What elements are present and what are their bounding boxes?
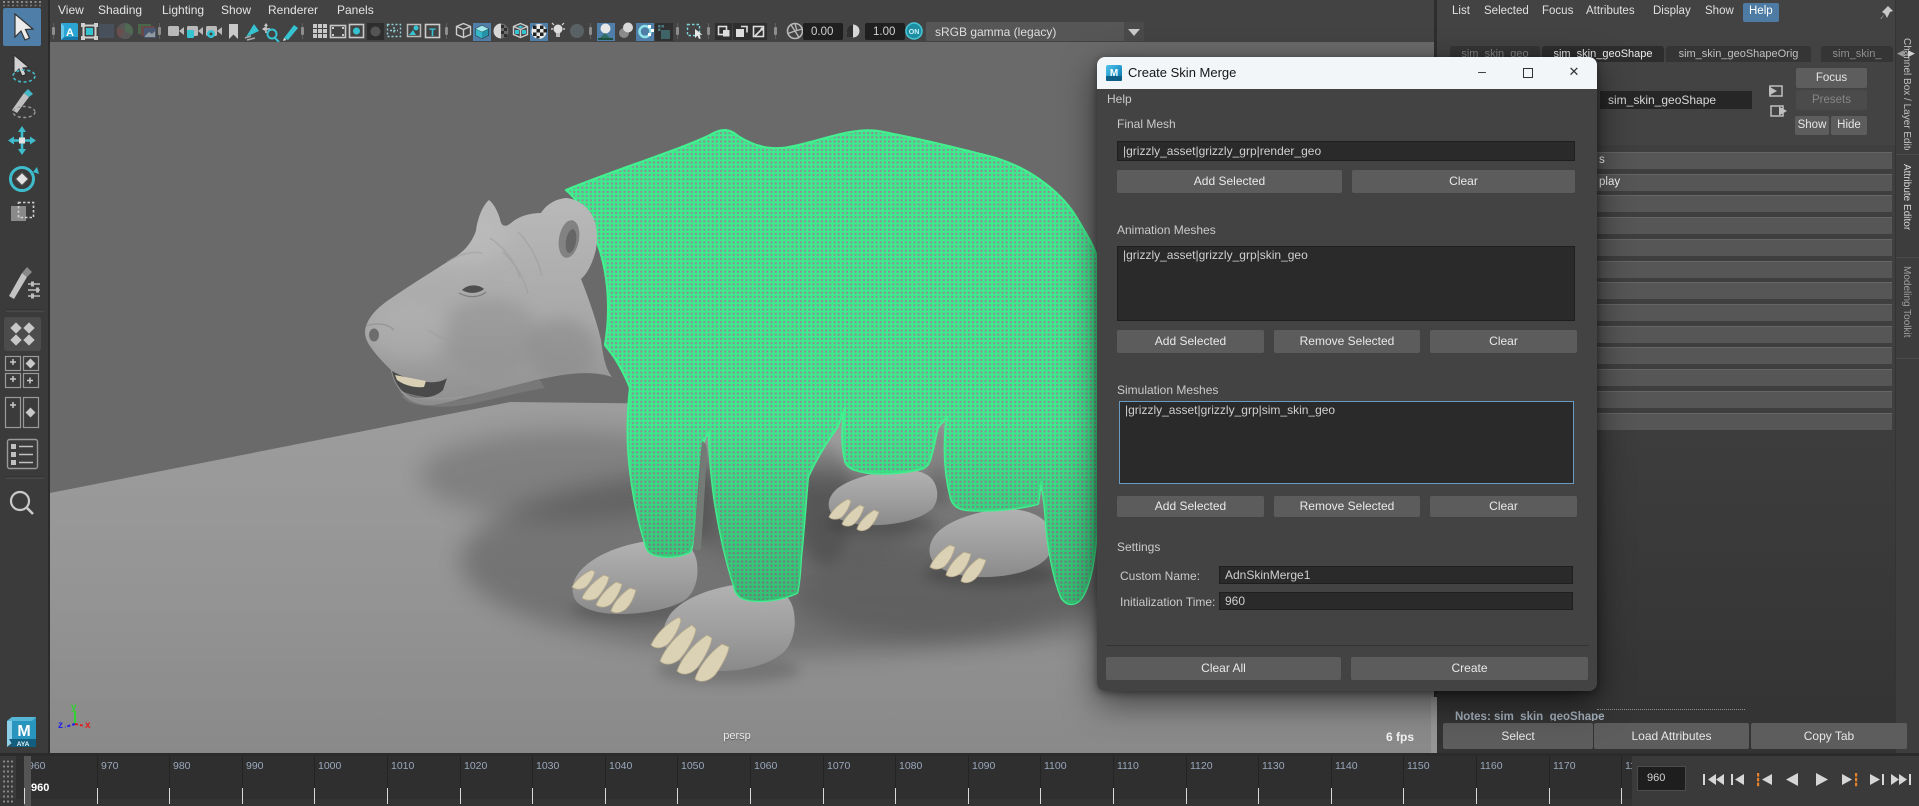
- svg-text:A: A: [66, 27, 74, 39]
- svg-text:1.00: 1.00: [873, 26, 895, 38]
- svg-text:0.00: 0.00: [811, 26, 833, 38]
- svg-text:z: z: [58, 720, 63, 731]
- svg-text:AYA: AYA: [17, 741, 30, 748]
- svg-text:y: y: [71, 702, 77, 713]
- svg-text:M: M: [1110, 68, 1118, 79]
- svg-text:M: M: [17, 723, 30, 740]
- svg-text:sRGB gamma (legacy): sRGB gamma (legacy): [935, 25, 1056, 39]
- svg-text:ON: ON: [909, 29, 920, 36]
- svg-text:T: T: [429, 27, 436, 39]
- svg-text:x: x: [85, 720, 91, 731]
